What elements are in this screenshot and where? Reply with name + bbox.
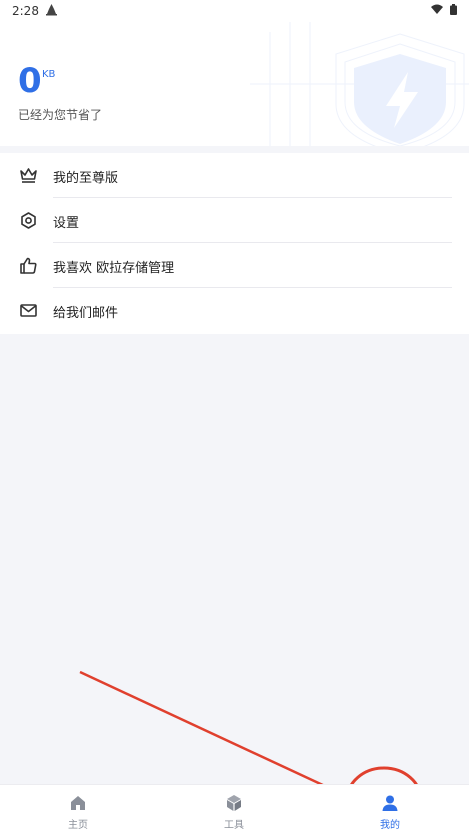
battery-icon <box>450 4 457 18</box>
mail-icon <box>20 304 37 317</box>
storage-saved-card: 0 KB 已经为您节省了 <box>0 22 469 146</box>
menu-item-label: 给我们邮件 <box>53 306 119 321</box>
wifi-icon <box>431 4 443 18</box>
menu-item-email-us[interactable]: 给我们邮件 <box>0 288 469 333</box>
status-bar: 2:28 <box>0 0 469 22</box>
nav-label: 我的 <box>380 820 400 831</box>
notification-icon <box>45 3 58 19</box>
nav-label: 主页 <box>68 820 88 831</box>
nav-tab-mine[interactable]: 我的 <box>350 785 430 835</box>
settings-gear-icon <box>21 212 36 229</box>
bottom-nav: 主页 工具 我的 <box>0 784 469 835</box>
menu-item-like-app[interactable]: 我喜欢 欧拉存储管理 <box>0 243 469 288</box>
crown-icon <box>20 168 37 183</box>
menu-item-premium[interactable]: 我的至尊版 <box>0 153 469 198</box>
nav-tab-home[interactable]: 主页 <box>38 785 118 835</box>
menu-item-label: 我喜欢 欧拉存储管理 <box>53 261 175 276</box>
home-icon <box>71 796 85 810</box>
nav-label: 工具 <box>224 820 244 831</box>
person-icon <box>382 795 398 811</box>
nav-tab-tools[interactable]: 工具 <box>194 785 274 835</box>
toolbox-cube-icon <box>227 795 241 811</box>
saved-caption: 已经为您节省了 <box>18 108 103 122</box>
menu-item-label: 我的至尊版 <box>53 171 119 186</box>
menu-item-settings[interactable]: 设置 <box>0 198 469 243</box>
saved-unit: KB <box>42 69 56 80</box>
settings-menu-list: 我的至尊版 设置 我喜欢 欧拉存储管理 给我们邮件 <box>0 153 469 334</box>
saved-amount: 0 <box>18 61 42 101</box>
status-time: 2:28 <box>12 4 39 18</box>
thumbs-up-icon <box>20 257 37 274</box>
menu-item-label: 设置 <box>53 216 80 231</box>
shield-lightning-icon <box>250 22 469 146</box>
